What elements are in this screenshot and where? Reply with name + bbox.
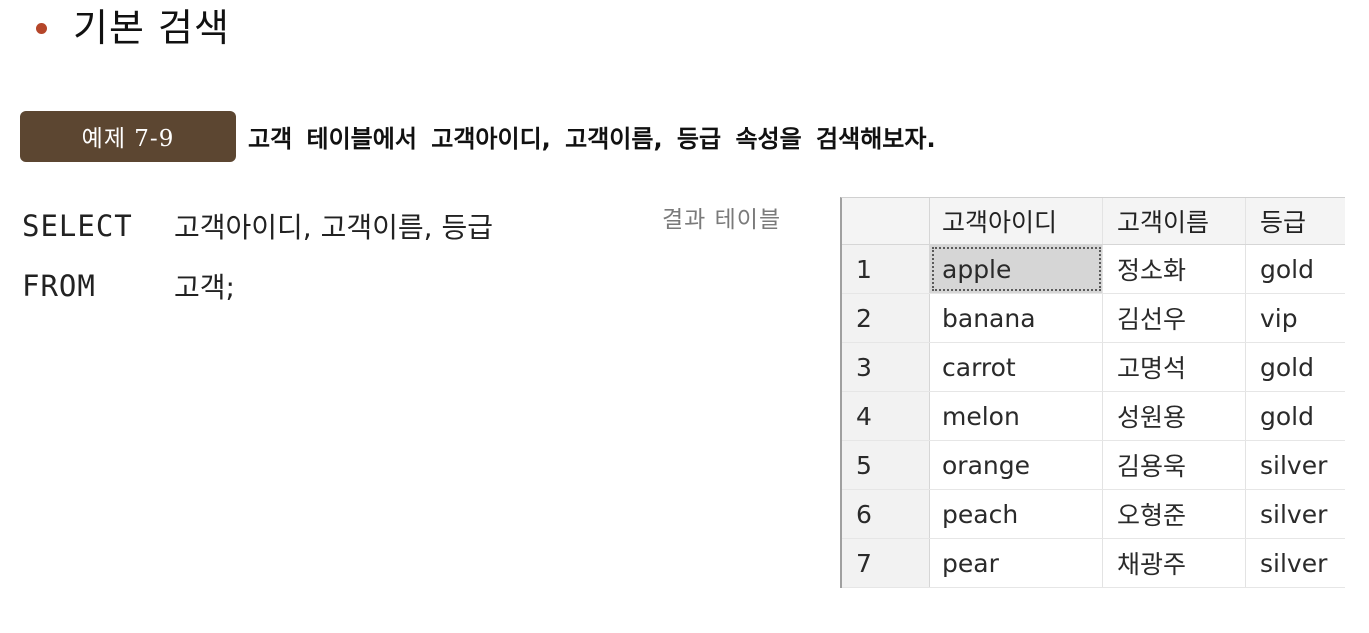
sql-code-block: SELECT 고객아이디, 고객이름, 등급 FROM 고객; <box>22 196 493 316</box>
bullet-icon <box>36 22 47 34</box>
table-row[interactable]: 5 orange 김용욱 silver <box>842 441 1345 490</box>
example-badge: 예제 7-9 <box>20 110 236 162</box>
cell-grade[interactable]: gold <box>1246 343 1345 391</box>
cell-id[interactable]: orange <box>930 441 1103 489</box>
cell-name[interactable]: 오형준 <box>1103 490 1246 538</box>
cell-id[interactable]: melon <box>930 392 1103 440</box>
sql-keyword: FROM <box>22 269 96 303</box>
cell-id[interactable]: banana <box>930 294 1103 342</box>
row-number[interactable]: 3 <box>842 343 930 391</box>
sql-keyword: SELECT <box>22 209 133 243</box>
cell-grade[interactable]: gold <box>1246 392 1345 440</box>
cell-name[interactable]: 정소화 <box>1103 245 1246 293</box>
cell-id[interactable]: apple <box>930 245 1103 293</box>
sql-line-select: SELECT 고객아이디, 고객이름, 등급 <box>22 196 493 256</box>
cell-name[interactable]: 김용욱 <box>1103 441 1246 489</box>
example-banner: 예제 7-9 고객 테이블에서 고객아이디, 고객이름, 등급 속성을 검색해보… <box>20 110 936 162</box>
row-number[interactable]: 6 <box>842 490 930 538</box>
cell-grade[interactable]: silver <box>1246 490 1345 538</box>
cell-id[interactable]: pear <box>930 539 1103 587</box>
grid-header-row: 고객아이디 고객이름 등급 <box>842 198 1345 245</box>
sql-arguments: 고객; <box>174 271 235 304</box>
sql-arguments: 고객아이디, 고객이름, 등급 <box>174 211 493 244</box>
cell-grade[interactable]: vip <box>1246 294 1345 342</box>
section-heading: 기본 검색 <box>36 8 230 48</box>
table-row[interactable]: 4 melon 성원용 gold <box>842 392 1345 441</box>
cell-grade[interactable]: silver <box>1246 539 1345 587</box>
cell-name[interactable]: 채광주 <box>1103 539 1246 587</box>
column-header-name[interactable]: 고객이름 <box>1103 198 1246 244</box>
row-number[interactable]: 1 <box>842 245 930 293</box>
row-number[interactable]: 5 <box>842 441 930 489</box>
table-row[interactable]: 2 banana 김선우 vip <box>842 294 1345 343</box>
cell-name[interactable]: 고명석 <box>1103 343 1246 391</box>
table-row[interactable]: 6 peach 오형준 silver <box>842 490 1345 539</box>
cell-name[interactable]: 김선우 <box>1103 294 1246 342</box>
sql-line-from: FROM 고객; <box>22 256 493 316</box>
table-row[interactable]: 7 pear 채광주 silver <box>842 539 1345 588</box>
example-description: 고객 테이블에서 고객아이디, 고객이름, 등급 속성을 검색해보자. <box>248 124 936 153</box>
cell-id[interactable]: peach <box>930 490 1103 538</box>
result-caption: 결과 테이블 <box>662 207 782 233</box>
heading-title: 기본 검색 <box>73 6 230 50</box>
table-row[interactable]: 1 apple 정소화 gold <box>842 245 1345 294</box>
row-number[interactable]: 7 <box>842 539 930 587</box>
row-number[interactable]: 2 <box>842 294 930 342</box>
cell-id[interactable]: carrot <box>930 343 1103 391</box>
cell-name[interactable]: 성원용 <box>1103 392 1246 440</box>
cell-grade[interactable]: silver <box>1246 441 1345 489</box>
result-grid: 고객아이디 고객이름 등급 1 apple 정소화 gold 2 banana … <box>840 197 1345 588</box>
column-header-grade[interactable]: 등급 <box>1246 198 1345 244</box>
table-row[interactable]: 3 carrot 고명석 gold <box>842 343 1345 392</box>
column-header-id[interactable]: 고객아이디 <box>930 198 1103 244</box>
cell-grade[interactable]: gold <box>1246 245 1345 293</box>
row-number[interactable]: 4 <box>842 392 930 440</box>
grid-header-corner <box>842 198 930 244</box>
